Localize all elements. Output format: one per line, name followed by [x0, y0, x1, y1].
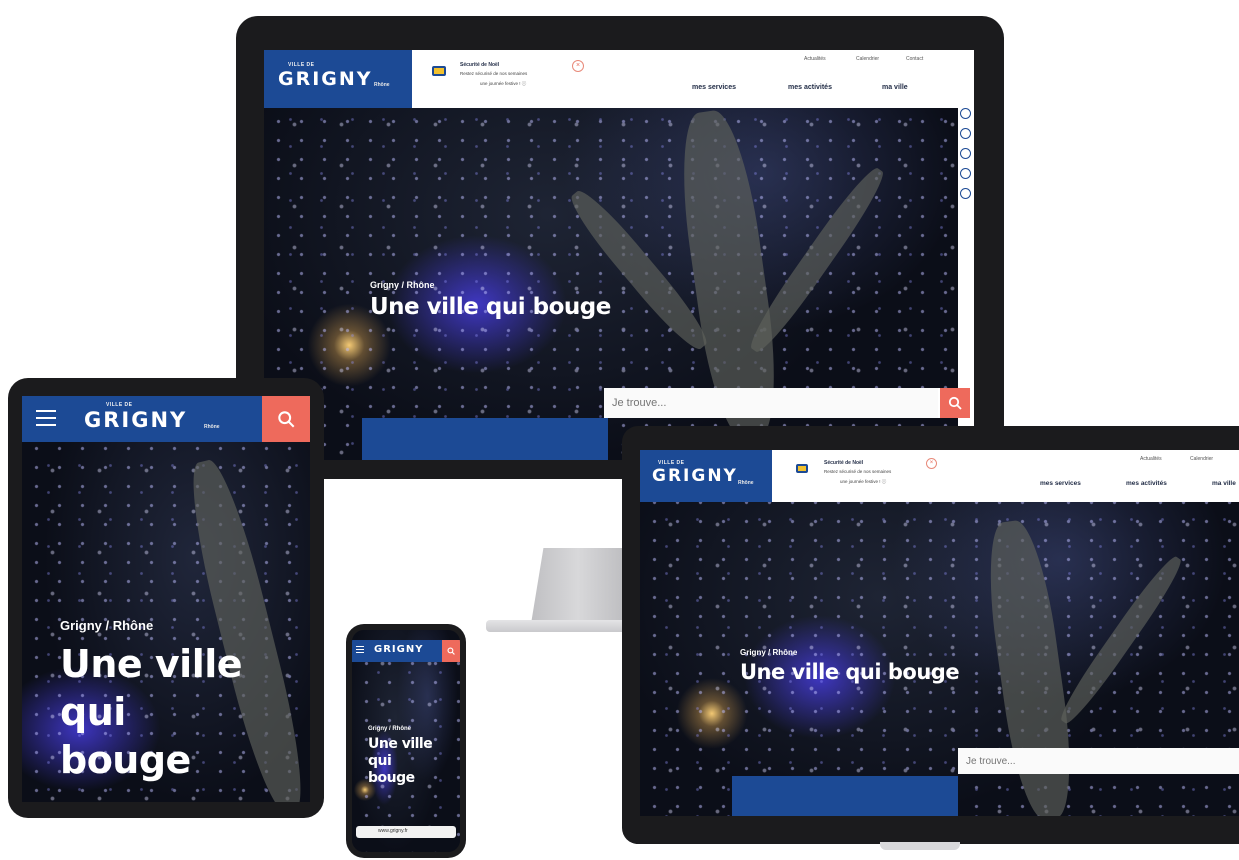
laptop-base: [880, 842, 960, 850]
hero-title-line-1: Une ville: [368, 736, 433, 752]
menu-icon[interactable]: [36, 410, 56, 426]
site-logo[interactable]: VILLE DE GRIGNY Rhône: [264, 50, 412, 108]
site-logo[interactable]: VILLE DE GRIGNY Rhône: [640, 450, 772, 502]
search-bar: [604, 388, 974, 418]
hero-title: Une ville qui bouge: [740, 660, 960, 684]
search-icon: [948, 396, 962, 410]
hero-title: Une ville qui bouge: [370, 294, 611, 320]
logo-main: GRIGNY: [652, 466, 738, 486]
notice-line-1: Restez sécurisé de nos semaines: [460, 71, 528, 76]
site-header: VILLE DE GRIGNY Rhône Sécurité de Noël R…: [264, 50, 974, 108]
logo-suffix: Rhône: [374, 82, 390, 88]
logo-main: GRIGNY: [374, 644, 424, 655]
nav-mes-activites[interactable]: mes activités: [788, 84, 832, 91]
notice-icon: [796, 464, 808, 473]
hero-kicker: Grigny / Rhône: [368, 726, 412, 732]
menu-icon[interactable]: [356, 646, 364, 654]
logo-main: GRIGNY: [84, 408, 188, 432]
notice-line-2[interactable]: une journée festive ! ⓘ: [840, 479, 886, 485]
utility-link-calendar[interactable]: Calendrier: [1190, 456, 1213, 462]
mail-icon[interactable]: [960, 188, 971, 199]
search-bar: [958, 748, 1239, 774]
notice-title: Sécurité de Noël: [460, 62, 500, 68]
utility-link-calendar[interactable]: Calendrier: [856, 56, 879, 62]
hero-blue-strip: [732, 776, 958, 816]
utility-link-news[interactable]: Actualités: [804, 56, 826, 62]
hero-title-line-1: Une ville: [60, 642, 243, 686]
hero-title-line-3: bouge: [60, 738, 191, 782]
responsive-mockup: VILLE DE GRIGNY Rhône Sécurité de Noël R…: [0, 0, 1239, 860]
notice-title: Sécurité de Noël: [824, 460, 864, 466]
close-icon[interactable]: ×: [572, 60, 584, 72]
desktop-monitor: VILLE DE GRIGNY Rhône Sécurité de Noël R…: [236, 16, 1004, 479]
site-header: VILLE DE GRIGNY Rhône Sécurité de Noël R…: [640, 450, 1239, 502]
youtube-icon[interactable]: [960, 168, 971, 179]
hero-kicker: Grigny / Rhône: [740, 648, 798, 657]
hero-kicker: Grigny / Rhône: [60, 618, 154, 633]
nav-ma-ville[interactable]: ma ville: [1212, 480, 1236, 487]
facebook-icon[interactable]: [960, 108, 971, 119]
hero-kicker: Grigny / Rhône: [370, 280, 435, 290]
notice-icon: [432, 66, 446, 76]
hero-title-line-3: bouge: [368, 770, 415, 786]
nav-ma-ville[interactable]: ma ville: [882, 84, 908, 91]
search-button[interactable]: [262, 396, 310, 442]
tablet-screen: VILLE DE GRIGNY Rhône Grigny / Rhône Une…: [22, 396, 310, 802]
phone-screen: GRIGNY Grigny / Rhône Une ville qui boug…: [352, 630, 460, 852]
desktop-screen: VILLE DE GRIGNY Rhône Sécurité de Noël R…: [264, 50, 974, 460]
laptop: VILLE DE GRIGNY Rhône Sécurité de Noël R…: [622, 426, 1239, 844]
twitter-icon[interactable]: [960, 128, 971, 139]
search-button[interactable]: [940, 388, 970, 418]
notice-line-2[interactable]: une journée festive ! ⓘ: [480, 81, 526, 87]
site-header: GRIGNY: [352, 640, 460, 662]
close-icon[interactable]: ×: [926, 458, 937, 469]
search-input[interactable]: [604, 388, 938, 418]
logo-main: GRIGNY: [278, 68, 373, 90]
monitor-stand-base: [486, 620, 626, 632]
search-icon: [447, 647, 455, 655]
utility-link-contact[interactable]: Contact: [906, 56, 923, 62]
phone-address-bar[interactable]: www.grigny.fr: [356, 826, 456, 838]
hero-blue-strip: [362, 418, 608, 460]
notice-line-1: Restez sécurisé de nos semaines: [824, 469, 892, 474]
search-icon: [278, 411, 295, 428]
logo-suffix: Rhône: [204, 424, 220, 430]
address-text: www.grigny.fr: [378, 828, 408, 834]
monitor-stand-neck: [530, 548, 626, 630]
laptop-screen: VILLE DE GRIGNY Rhône Sécurité de Noël R…: [640, 450, 1239, 816]
search-button[interactable]: [442, 640, 460, 662]
logo-suffix: Rhône: [738, 480, 754, 486]
phone: GRIGNY Grigny / Rhône Une ville qui boug…: [346, 624, 466, 858]
nav-mes-activites[interactable]: mes activités: [1126, 480, 1167, 487]
hero-title-line-2: qui: [368, 753, 392, 769]
nav-mes-services[interactable]: mes services: [1040, 480, 1081, 487]
tablet: VILLE DE GRIGNY Rhône Grigny / Rhône Une…: [8, 378, 324, 818]
hero-title-line-2: qui: [60, 690, 126, 734]
instagram-icon[interactable]: [960, 148, 971, 159]
search-input[interactable]: [958, 748, 1239, 774]
site-header: VILLE DE GRIGNY Rhône: [22, 396, 310, 442]
utility-link-news[interactable]: Actualités: [1140, 456, 1162, 462]
nav-mes-services[interactable]: mes services: [692, 84, 736, 91]
